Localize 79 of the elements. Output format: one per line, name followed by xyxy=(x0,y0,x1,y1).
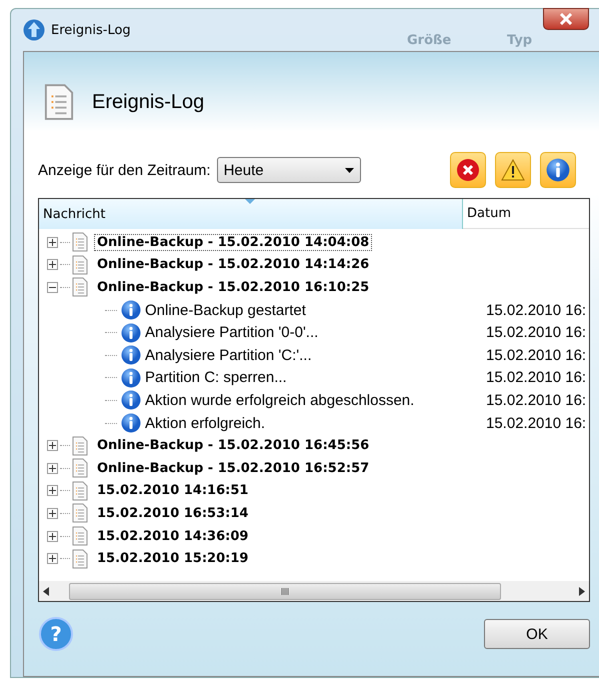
log-document-icon xyxy=(72,232,88,252)
table-cell: 15.02.2010 16: xyxy=(486,346,586,364)
plus-icon xyxy=(49,487,56,494)
log-document-icon xyxy=(72,480,88,501)
dropdown-arrow-icon xyxy=(344,168,354,172)
plus-icon xyxy=(49,442,56,450)
info-icon xyxy=(121,368,141,388)
info-icon xyxy=(121,390,141,410)
tree-item[interactable]: Online-Backup gestartet xyxy=(145,302,475,319)
horizontal-scrollbar[interactable] xyxy=(39,581,589,601)
expand-toggle[interactable] xyxy=(47,485,58,496)
plus-icon xyxy=(49,238,56,246)
tree-item[interactable]: Online-Backup - 15.02.2010 14:14:26 xyxy=(94,256,372,274)
plus-icon xyxy=(49,555,56,562)
background-window-text: Typ xyxy=(507,33,532,48)
log-document-icon xyxy=(72,277,88,298)
grip-icon xyxy=(281,588,289,594)
expand-toggle[interactable] xyxy=(47,530,58,542)
column-header[interactable]: Datum xyxy=(463,199,589,229)
info-icon xyxy=(121,345,141,366)
dialog-title: Ereignis-Log xyxy=(92,90,204,114)
info-icon xyxy=(546,158,570,182)
log-document-icon xyxy=(72,526,88,546)
table-cell: 15.02.2010 16: xyxy=(486,324,586,342)
tree-item[interactable]: Aktion erfolgreich. xyxy=(145,414,475,432)
warning-icon xyxy=(501,159,525,181)
log-document-icon xyxy=(72,548,88,569)
sort-icon xyxy=(245,199,255,204)
warning-filter-button[interactable] xyxy=(495,152,531,188)
log-document-icon xyxy=(72,458,88,478)
expand-toggle[interactable] xyxy=(47,553,58,564)
table-cell: 15.02.2010 16: xyxy=(486,392,586,409)
table-cell: 15.02.2010 16: xyxy=(486,414,586,432)
error-icon xyxy=(456,158,480,182)
log-document-icon xyxy=(72,503,88,524)
expand-toggle[interactable] xyxy=(47,236,58,248)
plus-icon xyxy=(49,261,56,268)
close-button[interactable] xyxy=(543,8,589,30)
table-cell: 15.02.2010 16: xyxy=(486,302,586,319)
tree-item[interactable]: 15.02.2010 14:16:51 xyxy=(94,482,252,500)
info-icon xyxy=(121,413,141,434)
tree-item[interactable]: 15.02.2010 14:36:09 xyxy=(94,528,252,545)
tree-item[interactable]: Aktion wurde erfolgreich abgeschlossen. xyxy=(145,392,475,409)
tree-item[interactable]: Online-Backup - 15.02.2010 14:04:08 xyxy=(94,234,372,251)
period-label: Anzeige für den Zeitraum: xyxy=(38,162,211,178)
expand-toggle[interactable] xyxy=(47,462,58,474)
info-filter-button[interactable] xyxy=(540,152,576,188)
period-dropdown[interactable]: Heute xyxy=(216,157,361,183)
info-icon xyxy=(121,322,141,343)
error-filter-button[interactable] xyxy=(450,152,486,188)
tree-item[interactable]: 15.02.2010 16:53:14 xyxy=(94,504,252,522)
info-icon xyxy=(121,300,141,320)
plus-icon xyxy=(49,532,56,540)
expand-toggle[interactable] xyxy=(47,508,58,519)
window-title: Ereignis-Log xyxy=(51,22,131,38)
app-logo-icon xyxy=(23,19,45,41)
tree-item[interactable]: Online-Backup - 15.02.2010 16:45:56 xyxy=(94,437,372,454)
tree-item[interactable]: Online-Backup - 15.02.2010 16:10:25 xyxy=(94,278,372,296)
scroll-left-icon[interactable] xyxy=(43,586,49,596)
scroll-right-icon[interactable] xyxy=(579,586,585,596)
expand-toggle[interactable] xyxy=(47,440,58,452)
plus-icon xyxy=(49,510,56,517)
log-document-icon xyxy=(44,83,74,121)
log-document-icon xyxy=(72,436,88,456)
expand-toggle[interactable] xyxy=(47,259,58,270)
table-cell: 15.02.2010 16: xyxy=(486,369,586,386)
tree-item[interactable]: Partition C: sperren... xyxy=(145,369,475,386)
scroll-thumb[interactable] xyxy=(69,582,501,600)
tree-item[interactable]: Analysiere Partition '0-0'... xyxy=(145,324,475,342)
tree-item[interactable]: Analysiere Partition 'C:'... xyxy=(145,346,475,364)
log-document-icon xyxy=(72,254,88,275)
plus-icon xyxy=(49,464,56,472)
column-header[interactable]: Nachricht xyxy=(39,199,463,229)
collapse-toggle[interactable] xyxy=(47,282,58,293)
ok-button[interactable]: OK xyxy=(484,619,590,649)
tree-item[interactable]: 15.02.2010 15:20:19 xyxy=(94,550,252,568)
background-window-text: Größe xyxy=(407,33,452,48)
close-icon xyxy=(559,13,573,25)
tree-item[interactable]: Online-Backup - 15.02.2010 16:52:57 xyxy=(94,460,372,477)
